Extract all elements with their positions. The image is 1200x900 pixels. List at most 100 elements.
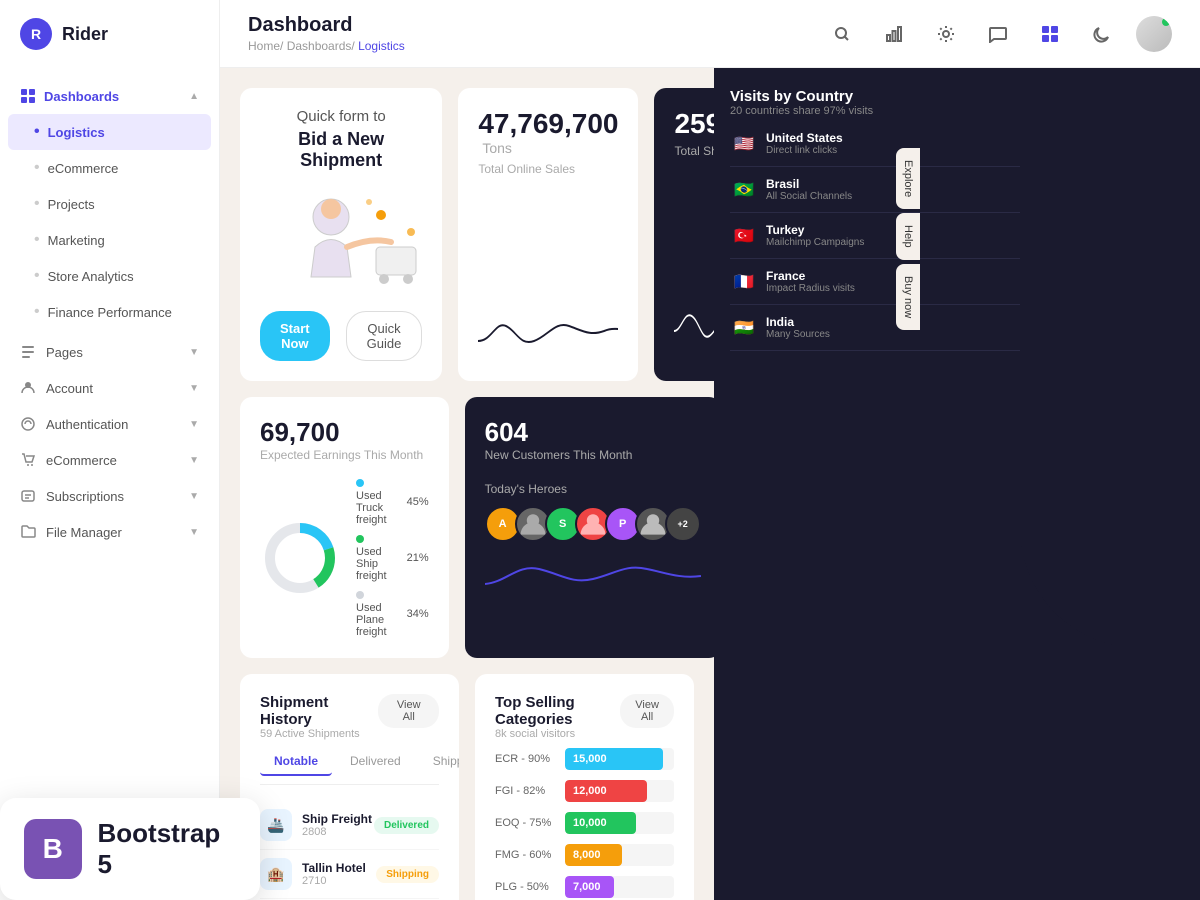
top-row: Quick form to Bid a New Shipment: [240, 88, 694, 381]
bar-row-ecr: ECR - 90% 15,000: [495, 748, 674, 770]
settings-icon[interactable]: [928, 16, 964, 52]
shipment-id-1: 2808: [302, 826, 374, 838]
sidebar-item-marketing[interactable]: Marketing: [0, 222, 219, 258]
help-tab[interactable]: Help: [896, 213, 920, 260]
shipment-view-all-button[interactable]: View All: [378, 694, 439, 728]
shipment-info-1: Ship Freight 2808: [302, 812, 374, 838]
account-icon: [20, 380, 36, 396]
bar-chart: ECR - 90% 15,000 FGI - 82% 1: [495, 748, 674, 898]
user-avatar[interactable]: [1136, 16, 1172, 52]
br-flag: 🇧🇷: [730, 180, 758, 200]
shipment-badge-2: Shipping: [376, 866, 439, 883]
donut-chart-container: Used Truck freight 45% Used Ship freight…: [260, 478, 429, 638]
quick-guide-button[interactable]: Quick Guide: [346, 311, 423, 361]
ship-freight-icon: 🚢: [260, 809, 292, 841]
ecommerce-nav[interactable]: eCommerce ▼: [0, 442, 219, 478]
chevron-down-icon-5: ▼: [189, 491, 199, 502]
customers-label: New Customers This Month: [485, 448, 701, 462]
heroes-title: Today's Heroes: [485, 482, 701, 496]
dark-mode-icon[interactable]: [1084, 16, 1120, 52]
shipments-number: 259,786: [674, 108, 714, 139]
new-customers-card: 604 New Customers This Month Today's Her…: [465, 397, 714, 658]
tr-flag: 🇹🇷: [730, 226, 758, 246]
top-selling-header: Top Selling Categories 8k social visitor…: [495, 694, 674, 740]
shipment-badge-1: Delivered: [374, 817, 439, 834]
tab-notable[interactable]: Notable: [260, 748, 332, 776]
truck-freight-legend: Used Truck freight 45%: [356, 478, 429, 526]
bar-fill-plg: 7,000: [565, 876, 614, 898]
fr-flag: 🇫🇷: [730, 272, 758, 292]
shipment-history-card: Shipment History 59 Active Shipments Vie…: [240, 674, 459, 900]
file-manager-nav[interactable]: File Manager ▼: [0, 514, 219, 550]
explore-tab[interactable]: Explore: [896, 148, 920, 209]
dashboards-section: Dashboards ▲ Logistics eCommerce Project…: [0, 78, 219, 330]
shipments-label: Total Shipments: [674, 144, 714, 158]
sidebar-item-projects[interactable]: Projects: [0, 186, 219, 222]
bar-label-fmg: FMG - 60%: [495, 849, 555, 861]
sidebar-item-finance-performance[interactable]: Finance Performance: [0, 294, 219, 330]
chevron-down-icon-6: ▼: [189, 527, 199, 538]
expected-earnings-card: 69,700 Expected Earnings This Month: [240, 397, 449, 658]
us-flag: 🇺🇸: [730, 134, 758, 154]
illustration: [271, 187, 411, 287]
subscriptions-nav[interactable]: Subscriptions ▼: [0, 478, 219, 514]
sidebar-item-store-analytics[interactable]: Store Analytics: [0, 258, 219, 294]
customers-number: 604: [485, 417, 701, 448]
messages-icon[interactable]: [980, 16, 1016, 52]
quick-form-card: Quick form to Bid a New Shipment: [240, 88, 442, 381]
header-actions: [824, 16, 1172, 52]
visits-title: Visits by Country: [730, 88, 873, 105]
buy-now-tab[interactable]: Buy now: [896, 264, 920, 330]
content-wrapper: Quick form to Bid a New Shipment: [220, 68, 1200, 900]
ship-freight-legend: Used Ship freight 21%: [356, 534, 429, 582]
selling-view-all-button[interactable]: View All: [620, 694, 674, 728]
pages-icon: [20, 344, 36, 360]
sidebar-navigation: Dashboards ▲ Logistics eCommerce Project…: [0, 68, 219, 900]
dashboards-header[interactable]: Dashboards ▲: [0, 78, 219, 114]
heroes-section: Today's Heroes A S P: [485, 482, 701, 542]
bar-row-eoq: EOQ - 75% 10,000: [495, 812, 674, 834]
sidebar: R Rider Dashboards ▲ Logistics: [0, 0, 220, 900]
bootstrap-watermark: B Bootstrap 5: [0, 798, 260, 900]
bar-track-fmg: 8,000: [565, 844, 674, 866]
search-icon[interactable]: [824, 16, 860, 52]
shipment-item-1: 🚢 Ship Freight 2808 Delivered: [260, 801, 439, 850]
shipment-tabs: Notable Delivered Shipping: [260, 748, 439, 785]
tab-shipping[interactable]: Shipping: [419, 748, 459, 776]
shipment-info-2: Tallin Hotel 2710: [302, 861, 376, 887]
sidebar-item-ecommerce[interactable]: eCommerce: [0, 150, 219, 186]
breadcrumb: Home/ Dashboards/ Logistics: [248, 39, 405, 53]
shipment-name-1: Ship Freight: [302, 812, 374, 826]
bar-track-fgi: 12,000: [565, 780, 674, 802]
bar-row-fgi: FGI - 82% 12,000: [495, 780, 674, 802]
sidebar-item-logistics[interactable]: Logistics: [8, 114, 211, 150]
subscriptions-icon: [20, 488, 36, 504]
online-sales-chart: [478, 188, 618, 361]
total-online-sales-card: 47,769,700 Tons Total Online Sales: [458, 88, 638, 381]
start-now-button[interactable]: Start Now: [260, 311, 330, 361]
app-name: Rider: [62, 24, 108, 45]
earnings-number: 69,700: [260, 417, 429, 448]
online-indicator: [1162, 18, 1170, 26]
bar-row-fmg: FMG - 60% 8,000: [495, 844, 674, 866]
chevron-down-icon-2: ▼: [189, 383, 199, 394]
account-nav[interactable]: Account ▼: [0, 370, 219, 406]
bar-row-plg: PLG - 50% 7,000: [495, 876, 674, 898]
pages-nav[interactable]: Pages ▼: [0, 334, 219, 370]
authentication-nav[interactable]: Authentication ▼: [0, 406, 219, 442]
top-selling-title: Top Selling Categories: [495, 694, 620, 728]
logo-area: R Rider: [0, 0, 219, 68]
bar-fill-fmg: 8,000: [565, 844, 622, 866]
analytics-icon[interactable]: [876, 16, 912, 52]
chevron-up-icon: ▲: [189, 91, 199, 102]
shipment-history-header: Shipment History 59 Active Shipments Vie…: [260, 694, 439, 740]
online-sales-label: Total Online Sales: [478, 162, 618, 176]
dark-background-curve: [1020, 68, 1200, 648]
bar-track-eoq: 10,000: [565, 812, 674, 834]
quick-form-title: Quick form to: [297, 108, 386, 125]
bar-label-ecr: ECR - 90%: [495, 753, 555, 765]
grid-view-icon[interactable]: [1032, 16, 1068, 52]
tab-delivered[interactable]: Delivered: [336, 748, 415, 776]
bar-label-eoq: EOQ - 75%: [495, 817, 555, 829]
online-sales-number: 47,769,700: [478, 108, 618, 139]
